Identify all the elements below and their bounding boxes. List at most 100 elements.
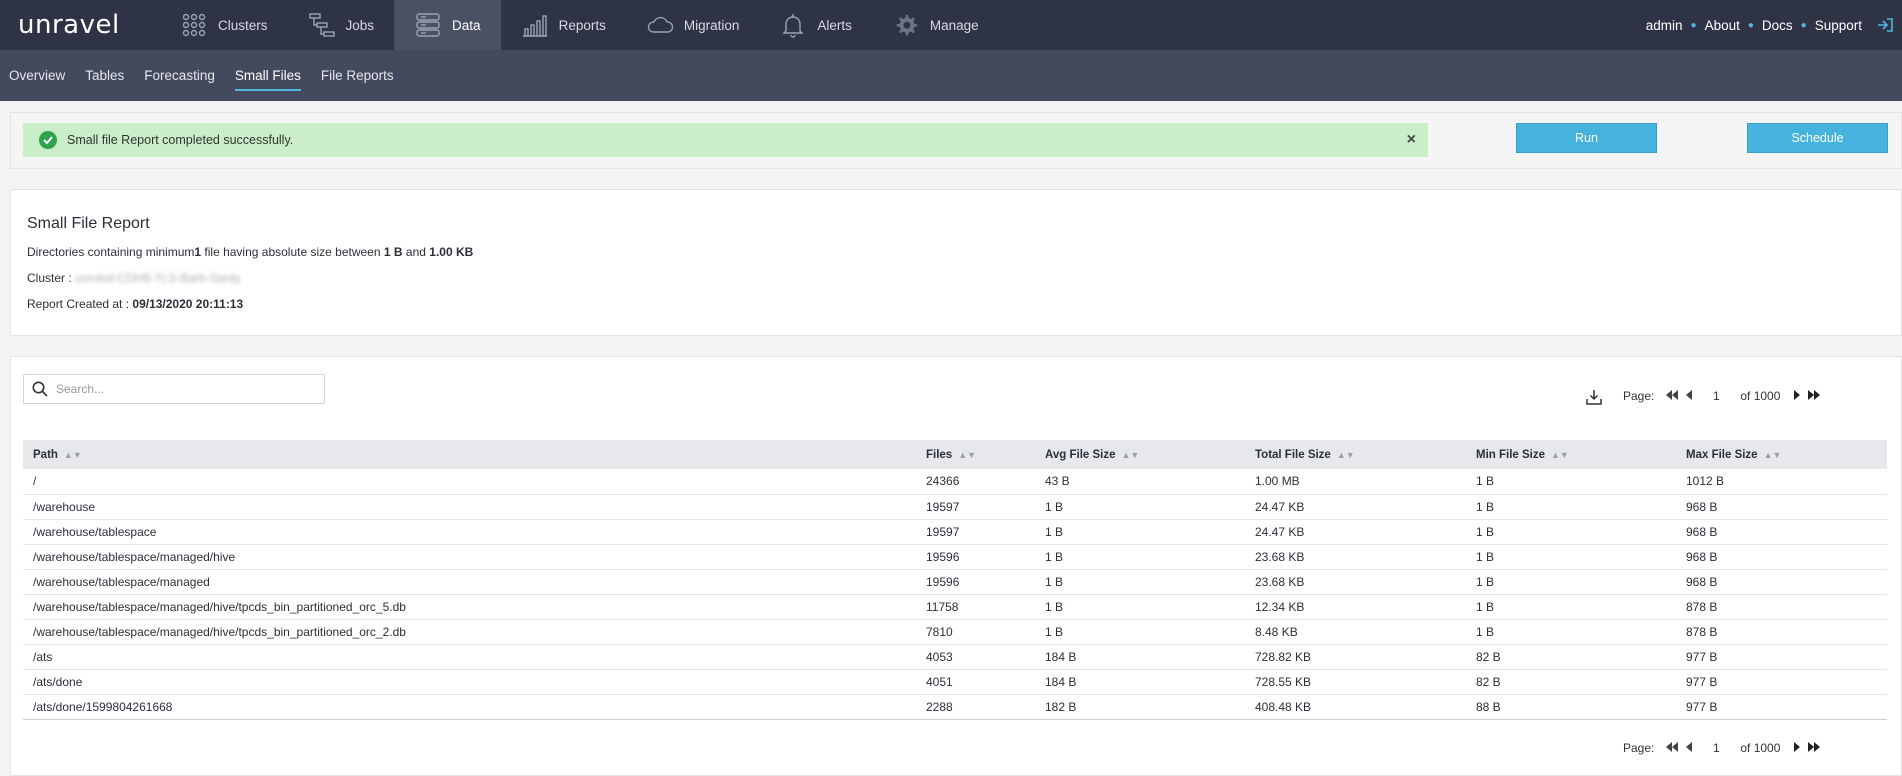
report-created: Report Created at : 09/13/2020 20:11:13 bbox=[27, 297, 244, 311]
tab-overview[interactable]: Overview bbox=[9, 62, 65, 89]
nav-item-clusters[interactable]: Clusters bbox=[160, 0, 288, 50]
download-icon[interactable] bbox=[1585, 388, 1603, 406]
action-bar: Small file Report completed successfully… bbox=[10, 112, 1902, 169]
cell-min-size: 82 B bbox=[1466, 644, 1676, 670]
check-circle-icon bbox=[39, 131, 57, 149]
last-page-icon[interactable] bbox=[1807, 389, 1821, 403]
page-number[interactable]: 1 bbox=[1696, 389, 1736, 403]
cell-total-size: 12.34 KB bbox=[1245, 594, 1466, 620]
search-input[interactable] bbox=[56, 382, 316, 396]
cell-total-size: 23.68 KB bbox=[1245, 569, 1466, 595]
report-cluster: Cluster : unrvlsd-CDH6-TLS-Barb-Santy bbox=[27, 271, 241, 285]
prev-page-icon[interactable] bbox=[1685, 741, 1693, 755]
table-row[interactable]: /ats/done/1599804261668 2288 182 B 408.48 K… bbox=[23, 694, 1887, 720]
nav-item-reports[interactable]: Reports bbox=[501, 0, 626, 50]
cell-avg-size: 182 B bbox=[1035, 694, 1245, 720]
cell-max-size: 977 B bbox=[1676, 694, 1887, 720]
table-row[interactable]: /warehouse/tablespace/managed/hive/tpcds… bbox=[23, 594, 1887, 620]
success-alert: Small file Report completed successfully… bbox=[23, 123, 1428, 157]
pager-top: Page: 1 of 1000 bbox=[1623, 389, 1824, 403]
support-link[interactable]: Support bbox=[1815, 18, 1862, 33]
docs-link[interactable]: Docs bbox=[1762, 18, 1793, 33]
cell-min-size: 1 B bbox=[1466, 519, 1676, 545]
cell-files: 2288 bbox=[916, 694, 1035, 720]
column-header-max-size[interactable]: Max File Size ▲▼ bbox=[1676, 440, 1887, 469]
cell-min-size: 1 B bbox=[1466, 469, 1676, 495]
nav-label: Jobs bbox=[345, 17, 375, 33]
cell-path: /warehouse/tablespace/managed/hive/tpcds… bbox=[23, 619, 916, 645]
alert-message: Small file Report completed successfully… bbox=[67, 133, 294, 147]
cell-min-size: 1 B bbox=[1466, 619, 1676, 645]
cell-avg-size: 1 B bbox=[1035, 569, 1245, 595]
close-icon[interactable]: × bbox=[1407, 131, 1416, 149]
nav-item-data[interactable]: Data bbox=[394, 0, 501, 50]
cell-path: /warehouse/tablespace/managed/hive bbox=[23, 544, 916, 570]
page-count: of 1000 bbox=[1740, 741, 1781, 755]
column-header-avg-size[interactable]: Avg File Size ▲▼ bbox=[1035, 440, 1245, 469]
nav-item-alerts[interactable]: Alerts bbox=[759, 0, 872, 50]
next-page-icon[interactable] bbox=[1793, 741, 1801, 755]
table-row[interactable]: /warehouse/tablespace/managed/hive 19596 1… bbox=[23, 544, 1887, 570]
table-row[interactable]: /ats/done 4051 184 B 728.55 KB 82 B 977 B bbox=[23, 669, 1887, 695]
cell-min-size: 88 B bbox=[1466, 694, 1676, 720]
first-page-icon[interactable] bbox=[1665, 741, 1679, 755]
cell-min-size: 1 B bbox=[1466, 569, 1676, 595]
last-page-icon[interactable] bbox=[1807, 741, 1821, 755]
cell-files: 24366 bbox=[916, 469, 1035, 495]
clusters-icon bbox=[182, 13, 206, 37]
run-button[interactable]: Run bbox=[1516, 123, 1657, 153]
nav-item-manage[interactable]: Manage bbox=[872, 0, 999, 50]
nav-label: Data bbox=[452, 17, 481, 33]
schedule-button[interactable]: Schedule bbox=[1747, 123, 1888, 153]
cell-path: /warehouse bbox=[23, 494, 916, 520]
first-page-icon[interactable] bbox=[1665, 389, 1679, 403]
tab-forecasting[interactable]: Forecasting bbox=[144, 62, 215, 89]
cell-min-size: 82 B bbox=[1466, 669, 1676, 695]
cloud-icon bbox=[647, 16, 674, 33]
column-header-path[interactable]: Path ▲▼ bbox=[23, 440, 916, 469]
cell-total-size: 728.82 KB bbox=[1245, 644, 1466, 670]
data-icon bbox=[416, 13, 440, 37]
cell-max-size: 977 B bbox=[1676, 644, 1887, 670]
prev-page-icon[interactable] bbox=[1685, 389, 1693, 403]
unravel-logo[interactable]: unravel bbox=[0, 10, 160, 40]
cell-path: /ats/done bbox=[23, 669, 916, 695]
bell-icon bbox=[782, 14, 805, 38]
nav-item-migration[interactable]: Migration bbox=[626, 0, 760, 50]
table-row[interactable]: /warehouse/tablespace/managed/hive/tpcds… bbox=[23, 619, 1887, 645]
nav-label: Reports bbox=[558, 17, 606, 33]
table-row[interactable]: /warehouse 19597 1 B 24.47 KB 1 B 968 B bbox=[23, 494, 1887, 520]
tab-tables[interactable]: Tables bbox=[85, 62, 124, 89]
user-menu[interactable]: admin bbox=[1646, 18, 1683, 33]
nav-label: Alerts bbox=[817, 17, 852, 33]
column-header-total-size[interactable]: Total File Size ▲▼ bbox=[1245, 440, 1466, 469]
small-files-table-card: Page: 1 of 1000 Path▲▼ Files▲▼ Avg File … bbox=[10, 356, 1902, 776]
cell-avg-size: 1 B bbox=[1035, 494, 1245, 520]
table-row[interactable]: /24366 43 B 1.00 MB 1 B 1012 B bbox=[23, 469, 1887, 495]
report-description: Directories containing minimum1 file hav… bbox=[27, 245, 474, 259]
logout-icon[interactable] bbox=[1876, 16, 1894, 34]
reports-icon bbox=[522, 15, 547, 37]
separator-dot: ● bbox=[1800, 19, 1807, 31]
separator-dot: ● bbox=[1747, 19, 1754, 31]
about-link[interactable]: About bbox=[1705, 18, 1740, 33]
column-header-files[interactable]: Files ▲▼ bbox=[916, 440, 1035, 469]
cell-total-size: 24.47 KB bbox=[1245, 519, 1466, 545]
cell-avg-size: 1 B bbox=[1035, 519, 1245, 545]
table-row[interactable]: /warehouse/tablespace/managed 19596 1 B 23.… bbox=[23, 569, 1887, 595]
nav-label: Clusters bbox=[218, 17, 268, 33]
search-icon bbox=[32, 381, 48, 397]
next-page-icon[interactable] bbox=[1793, 389, 1801, 403]
column-header-min-size[interactable]: Min File Size ▲▼ bbox=[1466, 440, 1676, 469]
tab-small-files[interactable]: Small Files bbox=[234, 62, 301, 91]
table-row[interactable]: /warehouse/tablespace 19597 1 B 24.47 KB 1 B… bbox=[23, 519, 1887, 545]
nav-item-jobs[interactable]: Jobs bbox=[288, 0, 395, 50]
page-number[interactable]: 1 bbox=[1696, 741, 1736, 755]
cell-files: 4053 bbox=[916, 644, 1035, 670]
cell-avg-size: 1 B bbox=[1035, 594, 1245, 620]
cell-avg-size: 1 B bbox=[1035, 619, 1245, 645]
cell-max-size: 878 B bbox=[1676, 594, 1887, 620]
table-row[interactable]: /ats 4053 184 B 728.82 KB 82 B 977 B bbox=[23, 644, 1887, 670]
cell-max-size: 977 B bbox=[1676, 669, 1887, 695]
tab-file-reports[interactable]: File Reports bbox=[321, 62, 394, 89]
